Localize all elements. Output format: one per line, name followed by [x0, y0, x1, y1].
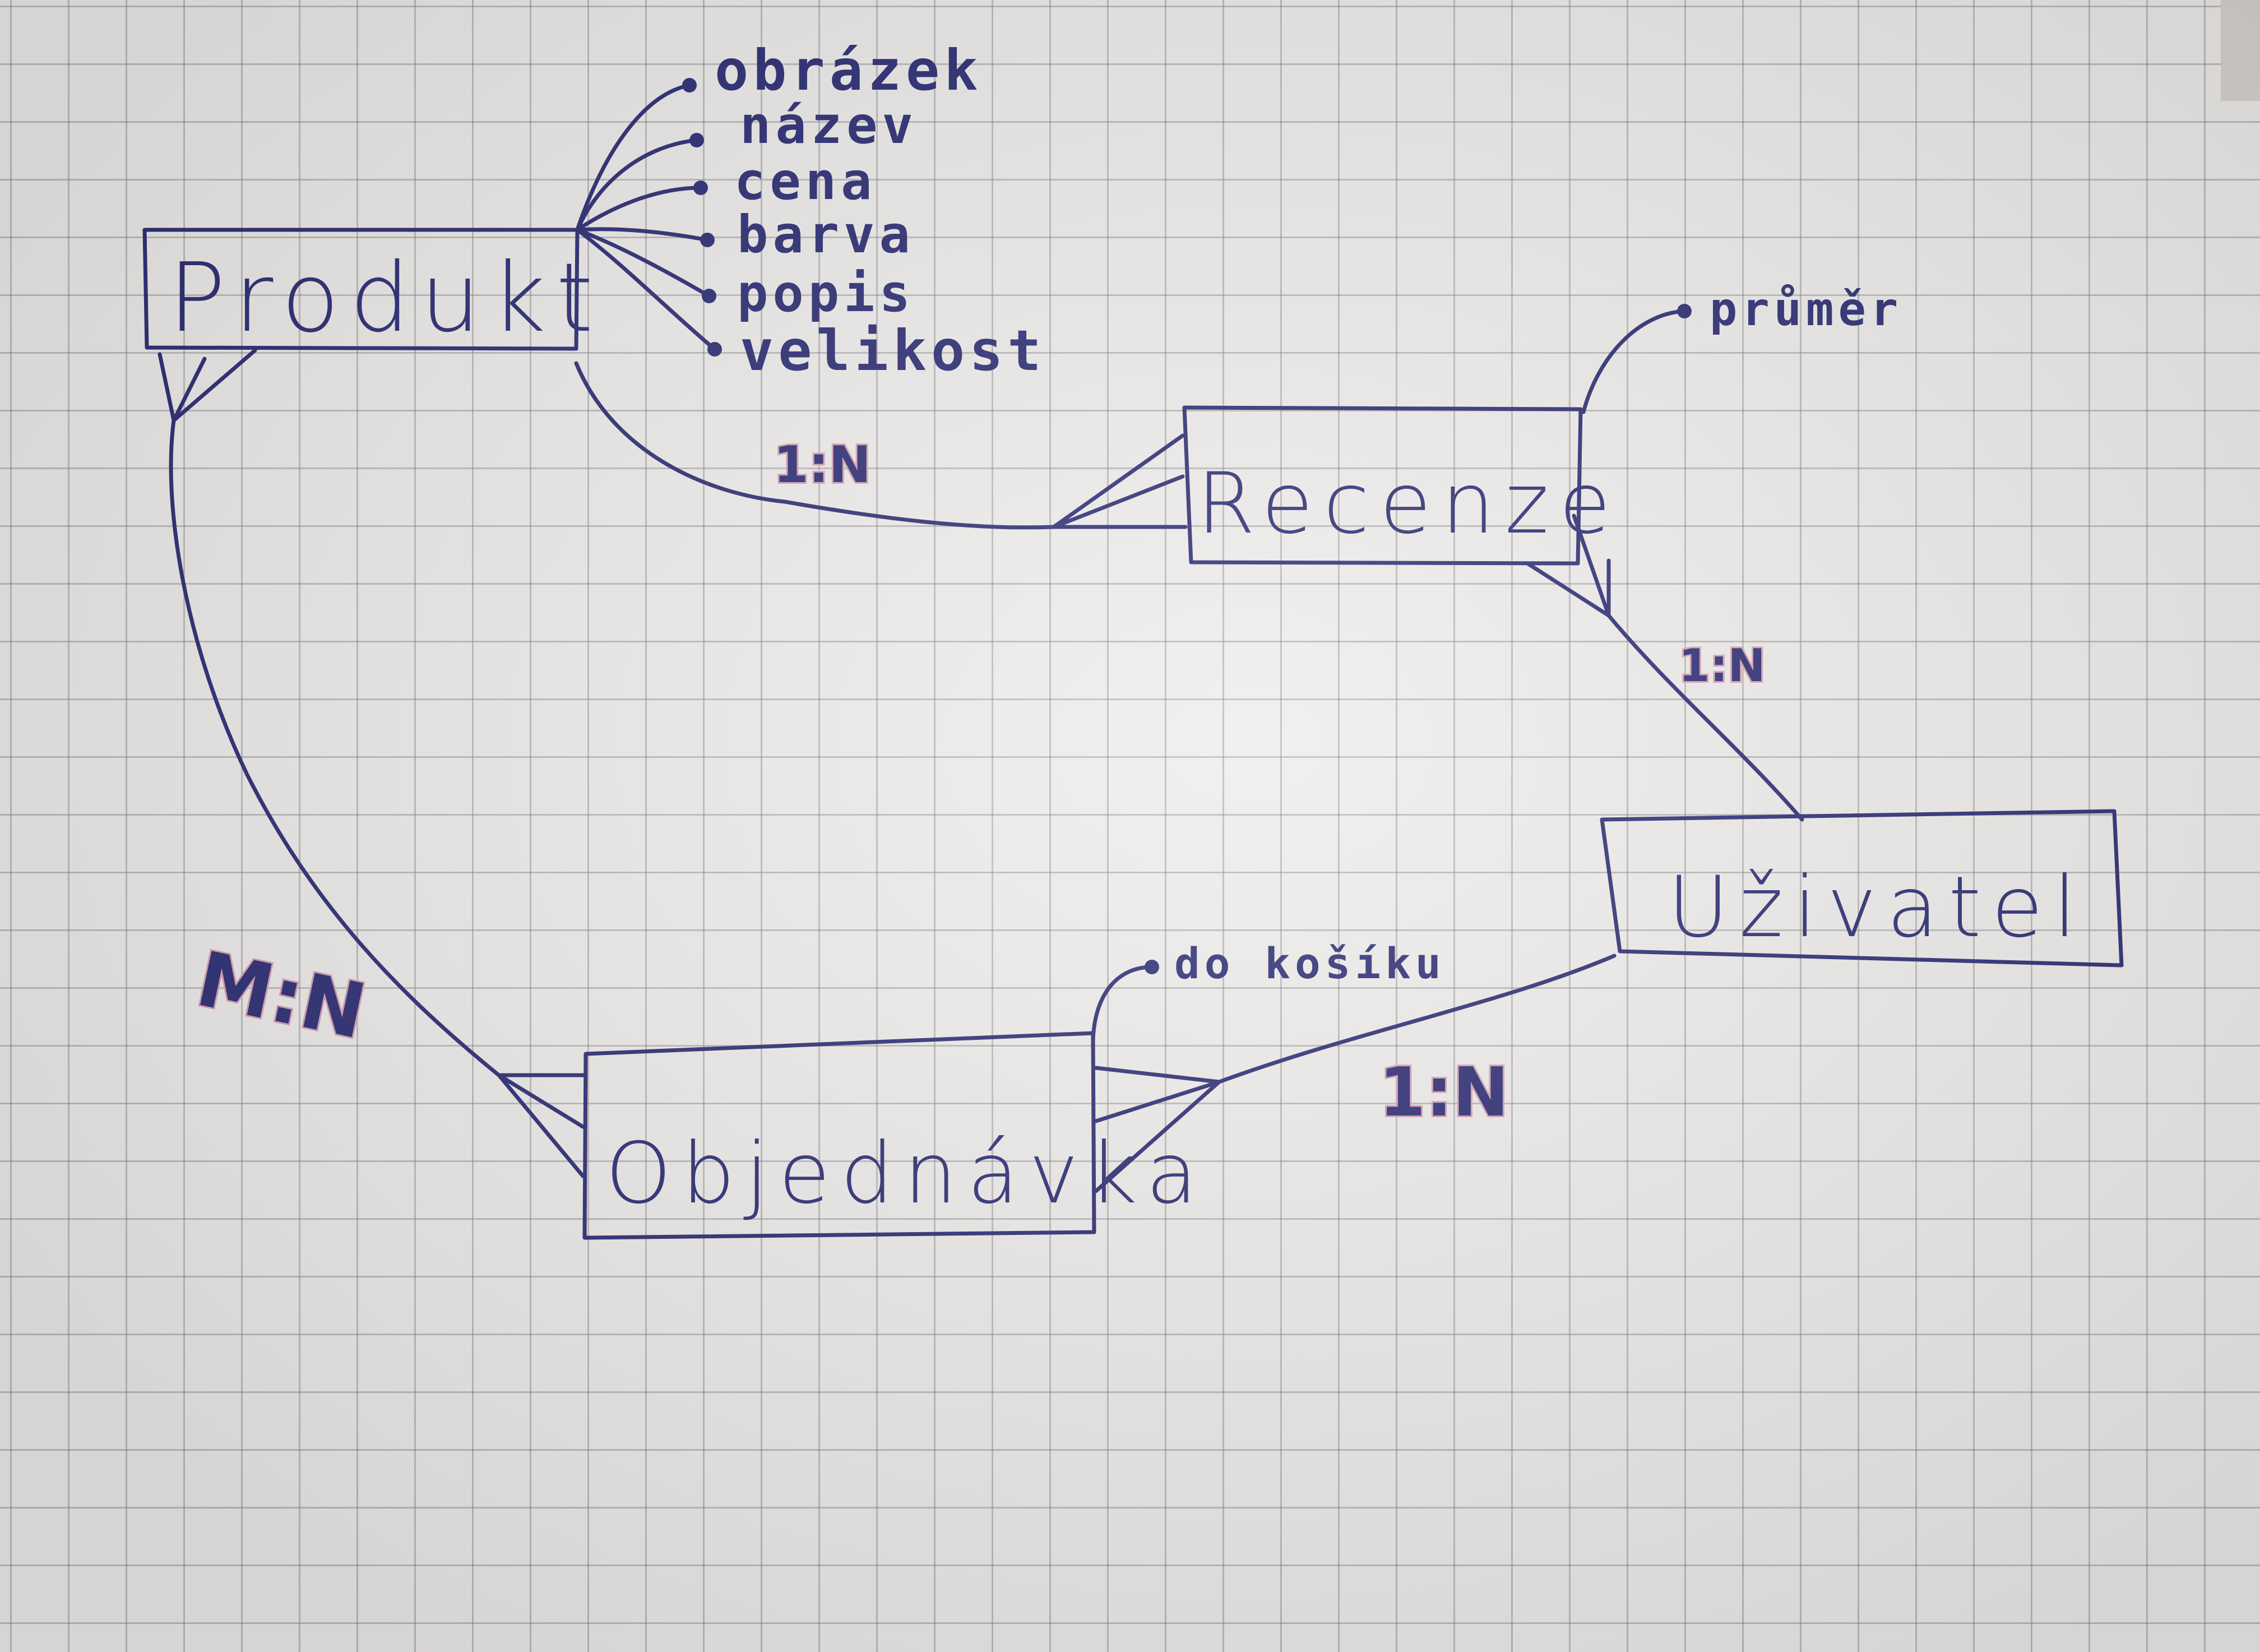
attr-label-nazev: název — [740, 95, 918, 155]
er-diagram: Produkt Recenze Uživatel Objednávka obrá… — [142, 38, 2124, 1240]
attr-label-do-kosiku: do košíku — [1174, 938, 1446, 988]
cardinality-produkt-objednavka: M:N — [189, 935, 373, 1056]
attr-dot-barva — [700, 233, 715, 247]
entity-label-produkt: Produkt — [168, 243, 603, 354]
cardinality-uzivatel-objednavka: 1:N — [1379, 1054, 1509, 1132]
attr-label-prumer: průměr — [1710, 283, 1902, 336]
cardinality-produkt-recenze: 1:N — [774, 436, 871, 494]
attr-dot-do-kosiku — [1145, 960, 1159, 974]
attr-dot-popis — [702, 289, 716, 303]
entity-label-uzivatel: Uživatel — [1668, 859, 2087, 956]
attr-dot-obrazek — [682, 78, 697, 92]
entity-label-recenze: Recenze — [1197, 455, 1621, 553]
connector-cena — [575, 186, 703, 232]
connector-do-kosiku — [1091, 965, 1154, 1051]
crowfoot-produkt — [158, 348, 257, 423]
connector-obrazek — [575, 83, 692, 232]
entity-label-objednavka: Objednávka — [605, 1125, 1207, 1223]
attr-label-popis: popis — [737, 263, 915, 323]
attr-dot-cena — [693, 181, 708, 195]
cardinality-recenze-uzivatel: 1:N — [1679, 640, 1766, 692]
attr-label-barva: barva — [737, 205, 915, 265]
attr-label-velikost: velikost — [740, 318, 1046, 383]
crowfoot-objednavka-left — [497, 1073, 587, 1178]
crowfoot-recenze — [1052, 433, 1188, 529]
attr-label-obrazek: obrázek — [715, 38, 982, 103]
attr-dot-nazev — [689, 133, 704, 147]
attr-dot-velikost — [707, 342, 722, 357]
connector-prumer — [1581, 309, 1687, 414]
attr-dot-prumer — [1677, 304, 1692, 318]
attr-label-cena: cena — [734, 151, 877, 211]
